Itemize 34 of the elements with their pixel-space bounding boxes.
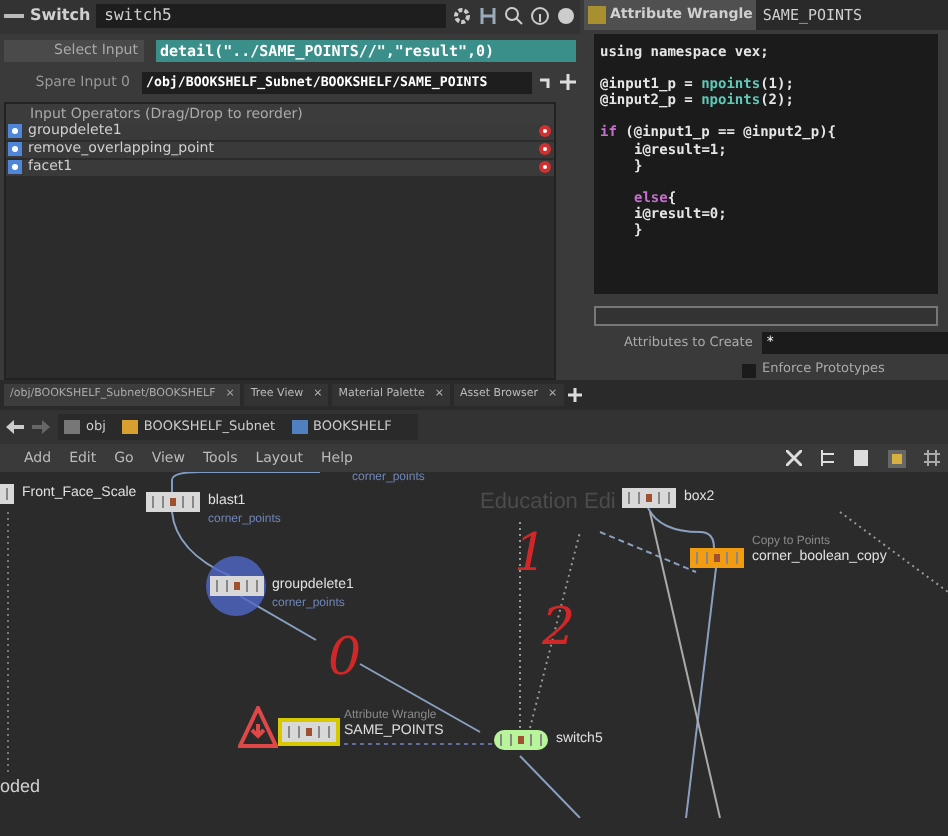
network-node[interactable] <box>146 492 200 512</box>
scissors-icon[interactable] <box>786 450 802 466</box>
node-type: Switch <box>30 4 91 29</box>
node-picker-icon[interactable] <box>560 74 576 91</box>
node-label: oded <box>0 778 41 796</box>
grid-icon[interactable] <box>888 449 906 467</box>
search-icon[interactable] <box>504 6 524 27</box>
gear-icon[interactable] <box>452 6 472 27</box>
handwritten-number: 0 <box>328 632 362 684</box>
network-node[interactable] <box>494 730 548 750</box>
network-node[interactable] <box>690 548 744 568</box>
handwritten-number: 1 <box>514 528 548 580</box>
node-name-field[interactable]: switch5 <box>96 4 446 29</box>
info-icon[interactable] <box>530 6 550 27</box>
network-node[interactable] <box>210 576 264 596</box>
page-icon[interactable] <box>854 450 870 466</box>
warning-icon <box>238 706 278 750</box>
handwritten-number: 2 <box>542 602 576 654</box>
sop-icon <box>8 124 22 139</box>
subnet-icon <box>121 420 138 434</box>
enforce-checkbox[interactable] <box>742 363 756 378</box>
sop-icon <box>8 160 22 175</box>
help-h-icon[interactable] <box>478 6 498 27</box>
jump-icon[interactable] <box>538 74 554 91</box>
network-icon <box>64 420 80 434</box>
grid-icon[interactable] <box>924 450 940 466</box>
geometry-icon <box>291 420 308 434</box>
tree-icon[interactable] <box>820 450 836 466</box>
back-icon[interactable] <box>6 420 24 434</box>
network-node[interactable] <box>622 488 676 508</box>
add-tab-icon[interactable] <box>567 388 582 402</box>
wrangle-icon <box>588 5 606 24</box>
sop-icon <box>8 142 22 157</box>
network-node[interactable] <box>282 722 336 742</box>
